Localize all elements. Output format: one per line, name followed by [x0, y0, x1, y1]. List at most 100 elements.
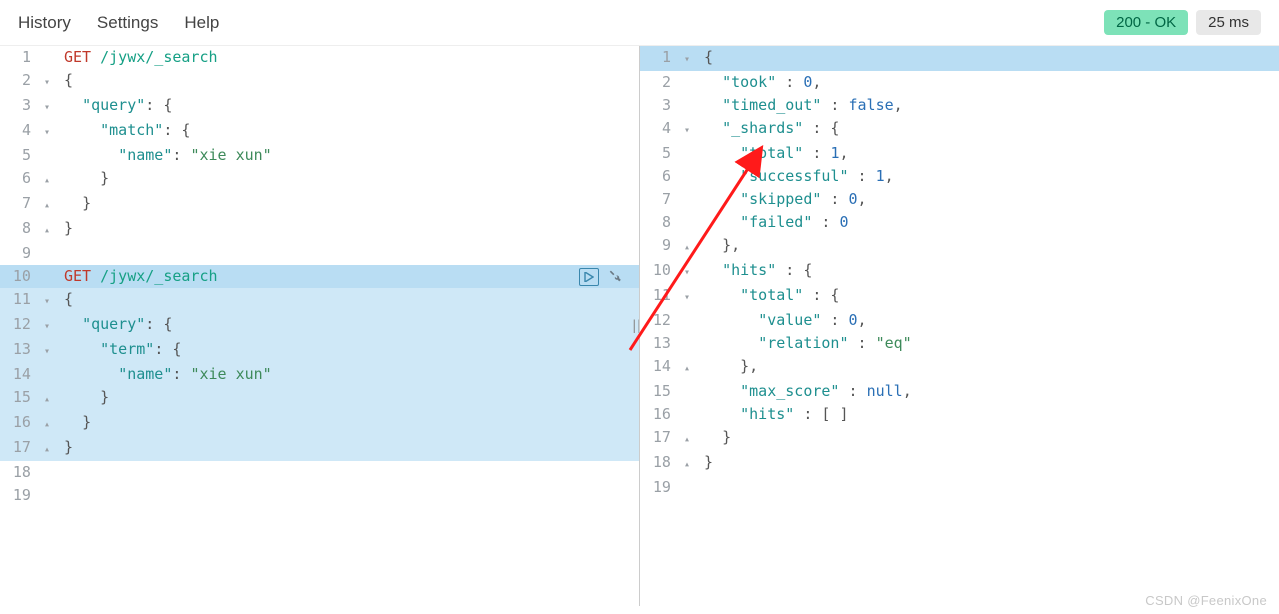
code-content[interactable]: "match": {: [60, 119, 639, 144]
code-line[interactable]: 15 ▴ }: [0, 386, 639, 411]
code-line[interactable]: 15 "max_score" : null,: [640, 380, 1279, 403]
code-line[interactable]: 6 "successful" : 1,: [640, 165, 1279, 188]
code-content[interactable]: }: [60, 436, 639, 461]
code-line[interactable]: 8 "failed" : 0: [640, 211, 1279, 234]
code-line[interactable]: 16 ▴ }: [0, 411, 639, 436]
run-query-button[interactable]: [579, 268, 599, 286]
code-content[interactable]: },: [700, 234, 1279, 259]
code-line[interactable]: 17 ▴ }: [640, 426, 1279, 451]
menu-help[interactable]: Help: [184, 13, 219, 33]
code-line[interactable]: 13 "relation" : "eq": [640, 332, 1279, 355]
code-content[interactable]: }: [60, 411, 639, 436]
fold-icon[interactable]: ▾: [42, 96, 50, 119]
fold-icon[interactable]: ▾: [682, 261, 690, 284]
code-content[interactable]: "name": "xie xun": [60, 144, 639, 167]
code-line[interactable]: 4 ▾ "match": {: [0, 119, 639, 144]
code-line[interactable]: 6 ▴ }: [0, 167, 639, 192]
code-content[interactable]: }: [60, 167, 639, 192]
code-content[interactable]: },: [700, 355, 1279, 380]
code-content[interactable]: "successful" : 1,: [700, 165, 1279, 188]
request-editor[interactable]: 1 GET /jywx/_search2 ▾{3 ▾ "query": {4 ▾…: [0, 46, 639, 507]
code-content[interactable]: "timed_out" : false,: [700, 94, 1279, 117]
code-content[interactable]: GET /jywx/_search: [60, 46, 639, 69]
code-content[interactable]: }: [700, 451, 1279, 476]
code-line[interactable]: 10 ▾ "hits" : {: [640, 259, 1279, 284]
code-line[interactable]: 2 "took" : 0,: [640, 71, 1279, 94]
code-content[interactable]: "name": "xie xun": [60, 363, 639, 386]
code-line[interactable]: 19: [640, 476, 1279, 499]
code-line[interactable]: 5 "name": "xie xun": [0, 144, 639, 167]
code-line[interactable]: 14 ▴ },: [640, 355, 1279, 380]
code-line[interactable]: 11 ▾ "total" : {: [640, 284, 1279, 309]
fold-icon[interactable]: ▴: [682, 236, 690, 259]
pane-resize-handle[interactable]: ||: [630, 319, 640, 334]
code-line[interactable]: 9: [0, 242, 639, 265]
code-line[interactable]: 1 GET /jywx/_search: [0, 46, 639, 69]
menu-settings[interactable]: Settings: [97, 13, 158, 33]
fold-icon[interactable]: ▴: [42, 169, 50, 192]
fold-icon[interactable]: ▾: [682, 286, 690, 309]
code-content[interactable]: "hits" : [ ]: [700, 403, 1279, 426]
code-line[interactable]: 16 "hits" : [ ]: [640, 403, 1279, 426]
code-content[interactable]: "failed" : 0: [700, 211, 1279, 234]
fold-icon[interactable]: ▴: [42, 219, 50, 242]
code-line[interactable]: 12 ▾ "query": {: [0, 313, 639, 338]
code-line[interactable]: 8 ▴}: [0, 217, 639, 242]
code-content[interactable]: {: [700, 46, 1279, 71]
fold-icon[interactable]: ▴: [42, 413, 50, 436]
code-content[interactable]: "query": {: [60, 313, 639, 338]
code-content[interactable]: "took" : 0,: [700, 71, 1279, 94]
fold-icon[interactable]: ▾: [682, 119, 690, 142]
fold-icon[interactable]: ▴: [42, 194, 50, 217]
fold-icon[interactable]: ▾: [42, 315, 50, 338]
fold-icon[interactable]: ▾: [42, 121, 50, 144]
code-content[interactable]: "query": {: [60, 94, 639, 119]
code-content[interactable]: "max_score" : null,: [700, 380, 1279, 403]
code-line[interactable]: 1 ▾{: [640, 46, 1279, 71]
code-line[interactable]: 14 "name": "xie xun": [0, 363, 639, 386]
code-content[interactable]: {: [60, 288, 639, 313]
fold-icon[interactable]: ▴: [682, 357, 690, 380]
code-line[interactable]: 10 GET /jywx/_search: [0, 265, 639, 288]
code-line[interactable]: 2 ▾{: [0, 69, 639, 94]
code-line[interactable]: 17 ▴}: [0, 436, 639, 461]
code-content[interactable]: "hits" : {: [700, 259, 1279, 284]
fold-icon[interactable]: ▾: [42, 290, 50, 313]
code-content[interactable]: }: [60, 192, 639, 217]
code-line[interactable]: 7 ▴ }: [0, 192, 639, 217]
fold-icon[interactable]: ▴: [42, 438, 50, 461]
code-line[interactable]: 12 "value" : 0,: [640, 309, 1279, 332]
code-content[interactable]: "term": {: [60, 338, 639, 363]
fold-icon[interactable]: ▾: [42, 340, 50, 363]
code-line[interactable]: 9 ▴ },: [640, 234, 1279, 259]
code-line[interactable]: 3 "timed_out" : false,: [640, 94, 1279, 117]
code-line[interactable]: 4 ▾ "_shards" : {: [640, 117, 1279, 142]
menu-history[interactable]: History: [18, 13, 71, 33]
code-content[interactable]: [700, 476, 1279, 499]
code-line[interactable]: 18 ▴}: [640, 451, 1279, 476]
code-content[interactable]: [60, 484, 639, 507]
code-content[interactable]: [60, 461, 639, 484]
code-content[interactable]: GET /jywx/_search: [60, 265, 639, 288]
code-line[interactable]: 18: [0, 461, 639, 484]
code-line[interactable]: 7 "skipped" : 0,: [640, 188, 1279, 211]
code-line[interactable]: 13 ▾ "term": {: [0, 338, 639, 363]
code-content[interactable]: "total" : {: [700, 284, 1279, 309]
fold-icon[interactable]: ▾: [682, 48, 690, 71]
code-content[interactable]: "value" : 0,: [700, 309, 1279, 332]
fold-icon[interactable]: ▴: [682, 428, 690, 451]
fold-icon[interactable]: ▴: [42, 388, 50, 411]
code-content[interactable]: "skipped" : 0,: [700, 188, 1279, 211]
code-content[interactable]: "_shards" : {: [700, 117, 1279, 142]
code-line[interactable]: 11 ▾{: [0, 288, 639, 313]
code-content[interactable]: "relation" : "eq": [700, 332, 1279, 355]
code-line[interactable]: 3 ▾ "query": {: [0, 94, 639, 119]
code-content[interactable]: }: [60, 217, 639, 242]
code-content[interactable]: [60, 242, 639, 265]
code-content[interactable]: {: [60, 69, 639, 94]
code-content[interactable]: "total" : 1,: [700, 142, 1279, 165]
code-content[interactable]: }: [700, 426, 1279, 451]
code-content[interactable]: }: [60, 386, 639, 411]
code-line[interactable]: 19: [0, 484, 639, 507]
fold-icon[interactable]: ▾: [42, 71, 50, 94]
